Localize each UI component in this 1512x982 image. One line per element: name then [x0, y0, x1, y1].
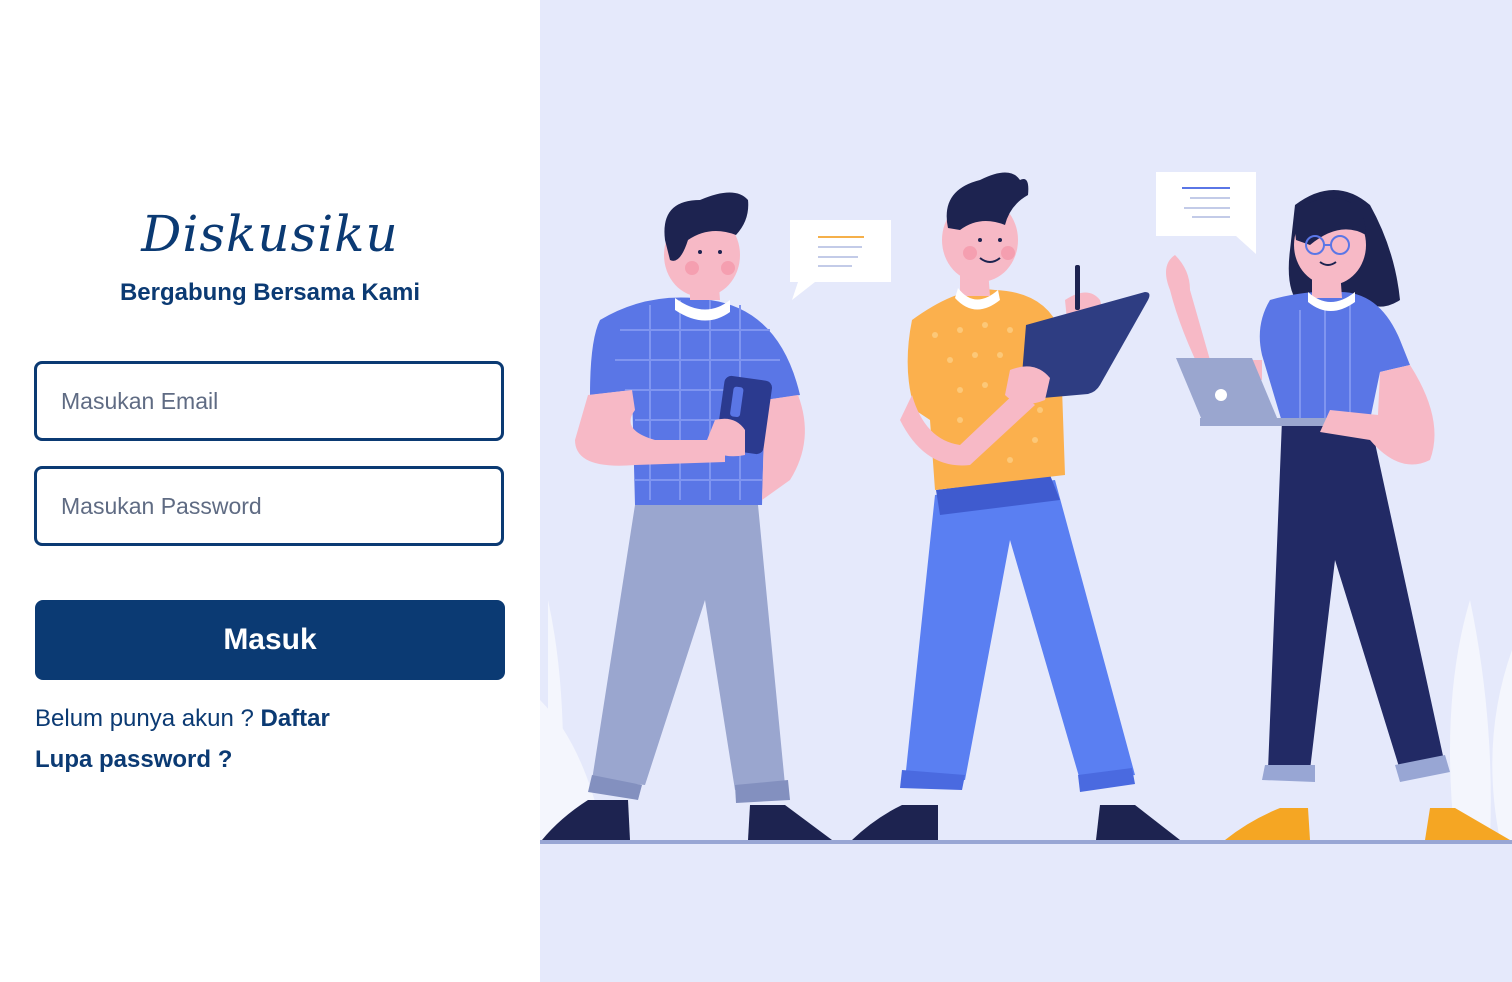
brand-logo: Diskusiku: [141, 205, 399, 263]
signup-prompt: Belum punya akun ?: [35, 705, 261, 732]
email-field[interactable]: [34, 361, 504, 441]
signup-row: Belum punya akun ? Daftar: [35, 705, 330, 733]
people-collaborating-illustration: [540, 172, 1512, 844]
illustration-panel: [540, 0, 1512, 982]
person-2: [852, 172, 1180, 840]
speech-bubble-1: [790, 220, 891, 300]
speech-bubble-2: [1156, 172, 1256, 254]
password-field[interactable]: [34, 466, 504, 546]
forgot-password-link[interactable]: Lupa password ?: [35, 746, 232, 774]
login-button[interactable]: Masuk: [35, 600, 505, 680]
page-subtitle: Bergabung Bersama Kami: [119, 279, 421, 306]
person-1: [542, 192, 832, 840]
login-panel: Diskusiku Bergabung Bersama Kami Masuk B…: [0, 0, 540, 982]
signup-link[interactable]: Daftar: [260, 705, 329, 732]
